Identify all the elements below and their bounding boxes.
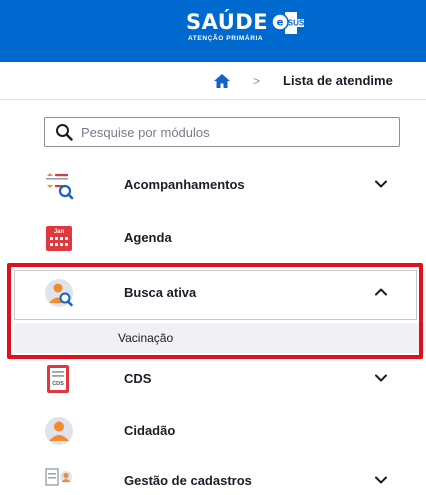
breadcrumb: > Lista de atendime <box>0 62 426 100</box>
highlight-box <box>7 263 423 359</box>
cds-icon-text: CDS <box>52 381 64 387</box>
gestao-cadastros-icon <box>44 466 74 495</box>
menu-item-label: Acompanhamentos <box>124 177 245 192</box>
menu-item-gestao-cadastros[interactable]: Gestão de cadastros <box>0 460 426 495</box>
logo-title: SAÚDE <box>186 10 269 34</box>
citizen-icon <box>44 416 74 446</box>
logo-subtitle: ATENÇÃO PRIMÁRIA <box>188 35 264 42</box>
breadcrumb-separator: > <box>253 74 261 88</box>
calendar-month-text: Jan <box>54 229 65 235</box>
chevron-down-icon[interactable] <box>374 177 388 191</box>
calendar-icon: Jan <box>44 223 74 253</box>
chevron-down-icon[interactable] <box>374 371 388 385</box>
acompanhamentos-icon <box>44 170 74 200</box>
chevron-down-icon[interactable] <box>374 473 388 487</box>
logo-text: SAÚDE ATENÇÃO PRIMÁRIA <box>186 10 268 42</box>
menu-item-label: Gestão de cadastros <box>124 473 252 488</box>
menu-item-cidadao[interactable]: Cidadão <box>0 410 426 452</box>
svg-text:e: e <box>277 18 284 29</box>
menu-item-cds[interactable]: CDS CDS <box>0 358 426 400</box>
search-icon <box>55 123 73 141</box>
cds-icon: CDS <box>44 364 74 394</box>
menu-item-acompanhamentos[interactable]: Acompanhamentos <box>0 164 426 206</box>
esus-badge-icon: e SUS <box>271 10 311 34</box>
menu-item-label: CDS <box>124 371 152 386</box>
app-logo[interactable]: SAÚDE ATENÇÃO PRIMÁRIA e SUS <box>186 10 311 54</box>
logo-badge-text: SUS <box>288 19 305 28</box>
search-input[interactable] <box>81 124 381 140</box>
module-search[interactable] <box>44 117 400 147</box>
menu-item-label: Cidadão <box>124 423 176 438</box>
breadcrumb-current[interactable]: Lista de atendime <box>283 72 393 90</box>
home-icon[interactable] <box>213 72 231 90</box>
menu-item-agenda[interactable]: Jan Agenda <box>0 217 426 259</box>
menu-item-label: Agenda <box>124 230 172 245</box>
app-header: SAÚDE ATENÇÃO PRIMÁRIA e SUS <box>0 0 426 62</box>
